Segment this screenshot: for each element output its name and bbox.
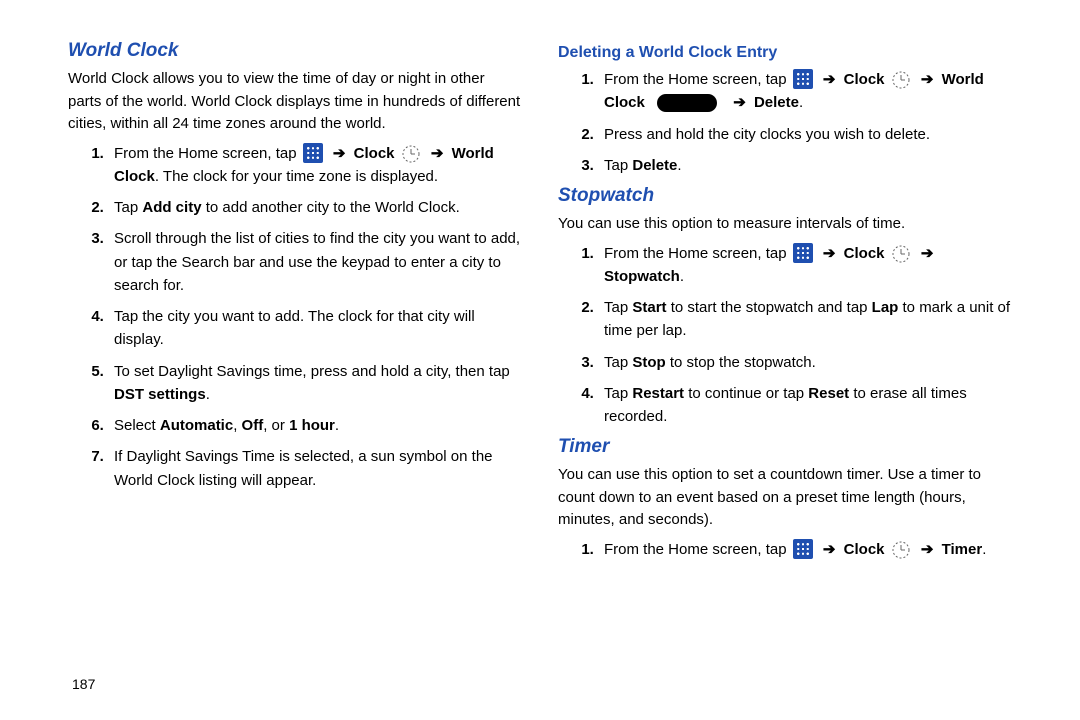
- world-clock-steps: From the Home screen, tap ➔ Clock ➔ Worl…: [68, 142, 522, 492]
- arrow-icon: ➔: [921, 71, 934, 88]
- wc-step6-sep1: ,: [233, 417, 241, 434]
- sw-step1-clock: Clock: [844, 245, 885, 262]
- sw-step-2: Tap Start to start the stopwatch and tap…: [598, 296, 1012, 343]
- wc-step-7: If Daylight Savings Time is selected, a …: [108, 445, 522, 492]
- sw-step1-prefix: From the Home screen, tap: [604, 245, 787, 262]
- arrow-icon: ➔: [921, 541, 934, 558]
- wc-step2-bold: Add city: [142, 199, 201, 216]
- tm-step1-post: .: [982, 541, 986, 558]
- sw-step1-bold: Stopwatch: [604, 268, 680, 285]
- arrow-icon: ➔: [823, 71, 836, 88]
- sw-step2-mid: to start the stopwatch and tap: [667, 299, 872, 316]
- wc-step-5: To set Daylight Savings time, press and …: [108, 360, 522, 407]
- wc-step6-sep2: , or: [263, 417, 289, 434]
- timer-steps: From the Home screen, tap ➔ Clock ➔ Time…: [558, 538, 1012, 561]
- heading-delete-entry: Deleting a World Clock Entry: [558, 44, 1012, 62]
- sw-step4-b1: Restart: [632, 385, 684, 402]
- wc-step5-pre: To set Daylight Savings time, press and …: [114, 363, 510, 380]
- sw-step4-mid: to continue or tap: [684, 385, 808, 402]
- arrow-icon: ➔: [431, 145, 444, 162]
- left-column: World Clock World Clock allows you to vi…: [50, 40, 540, 710]
- arrow-icon: ➔: [823, 245, 836, 262]
- del-step3-bold: Delete: [632, 157, 677, 174]
- tm-step1-bold: Timer: [942, 541, 983, 558]
- apps-grid-icon: [793, 69, 813, 89]
- sw-step1-post: .: [680, 268, 684, 285]
- clock-icon: [401, 144, 421, 164]
- stopwatch-intro: You can use this option to measure inter…: [558, 213, 1012, 236]
- arrow-icon: ➔: [333, 145, 346, 162]
- arrow-icon: ➔: [921, 245, 934, 262]
- del-step1-prefix: From the Home screen, tap: [604, 71, 787, 88]
- wc-step5-bold: DST settings: [114, 386, 206, 403]
- sw-step3-post: to stop the stopwatch.: [666, 354, 816, 371]
- delete-steps: From the Home screen, tap ➔ Clock ➔ Worl…: [558, 68, 1012, 177]
- del-step-3: Tap Delete.: [598, 154, 1012, 177]
- wc-step-3: Scroll through the list of cities to fin…: [108, 227, 522, 297]
- clock-icon: [891, 244, 911, 264]
- wc-step2-post: to add another city to the World Clock.: [202, 199, 460, 216]
- sw-step-1: From the Home screen, tap ➔ Clock ➔ Stop…: [598, 242, 1012, 289]
- wc-step-1: From the Home screen, tap ➔ Clock ➔ Worl…: [108, 142, 522, 189]
- apps-grid-icon: [303, 143, 323, 163]
- heading-stopwatch: Stopwatch: [558, 185, 1012, 207]
- menu-button-icon: [657, 94, 717, 112]
- manual-page: World Clock World Clock allows you to vi…: [0, 0, 1080, 720]
- wc-step6-b3: 1 hour: [289, 417, 335, 434]
- del-step3-post: .: [677, 157, 681, 174]
- stopwatch-steps: From the Home screen, tap ➔ Clock ➔ Stop…: [558, 242, 1012, 429]
- del-step1-period: .: [799, 94, 803, 111]
- heading-timer: Timer: [558, 436, 1012, 458]
- wc-step-6: Select Automatic, Off, or 1 hour.: [108, 414, 522, 437]
- clock-icon: [891, 70, 911, 90]
- wc-step1-clock: Clock: [354, 145, 395, 162]
- heading-world-clock: World Clock: [68, 40, 522, 62]
- clock-icon: [891, 540, 911, 560]
- del-step1-clock: Clock: [844, 71, 885, 88]
- tm-step-1: From the Home screen, tap ➔ Clock ➔ Time…: [598, 538, 1012, 561]
- arrow-icon: ➔: [733, 94, 746, 111]
- sw-step-4: Tap Restart to continue or tap Reset to …: [598, 382, 1012, 429]
- wc-step6-b1: Automatic: [160, 417, 233, 434]
- sw-step3-bold: Stop: [632, 354, 665, 371]
- del-step3-pre: Tap: [604, 157, 632, 174]
- del-step-1: From the Home screen, tap ➔ Clock ➔ Worl…: [598, 68, 1012, 115]
- apps-grid-icon: [793, 539, 813, 559]
- sw-step3-pre: Tap: [604, 354, 632, 371]
- wc-step1-prefix: From the Home screen, tap: [114, 145, 297, 162]
- tm-step1-clock: Clock: [844, 541, 885, 558]
- page-number: 187: [72, 676, 95, 692]
- sw-step2-b1: Start: [632, 299, 666, 316]
- world-clock-intro: World Clock allows you to view the time …: [68, 68, 522, 136]
- wc-step-4: Tap the city you want to add. The clock …: [108, 305, 522, 352]
- arrow-icon: ➔: [823, 541, 836, 558]
- del-step-2: Press and hold the city clocks you wish …: [598, 123, 1012, 146]
- wc-step6-post: .: [335, 417, 339, 434]
- timer-intro: You can use this option to set a countdo…: [558, 464, 1012, 532]
- tm-step1-prefix: From the Home screen, tap: [604, 541, 787, 558]
- sw-step-3: Tap Stop to stop the stopwatch.: [598, 351, 1012, 374]
- wc-step6-pre: Select: [114, 417, 160, 434]
- wc-step-2: Tap Add city to add another city to the …: [108, 196, 522, 219]
- wc-step1-suffix: . The clock for your time zone is displa…: [155, 168, 438, 185]
- del-step1-delete: Delete: [754, 94, 799, 111]
- wc-step6-b2: Off: [242, 417, 264, 434]
- sw-step2-b2: Lap: [872, 299, 899, 316]
- wc-step2-pre: Tap: [114, 199, 142, 216]
- sw-step2-pre: Tap: [604, 299, 632, 316]
- right-column: Deleting a World Clock Entry From the Ho…: [540, 40, 1030, 710]
- apps-grid-icon: [793, 243, 813, 263]
- wc-step5-post: .: [206, 386, 210, 403]
- sw-step4-pre: Tap: [604, 385, 632, 402]
- sw-step4-b2: Reset: [808, 385, 849, 402]
